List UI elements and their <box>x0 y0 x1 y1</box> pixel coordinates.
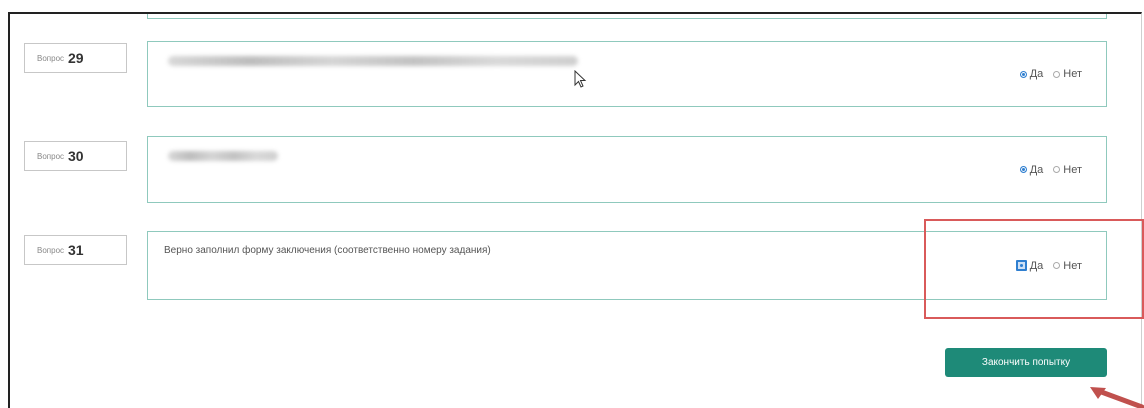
question-number: 30 <box>68 148 84 164</box>
answer-yes-label: Да <box>1029 163 1044 176</box>
answer-no-label: Нет <box>1063 259 1082 272</box>
blurred-question-text <box>168 56 578 66</box>
question-text: Верно заполнил форму заключения (соответ… <box>164 245 491 256</box>
red-arrow-icon <box>1090 387 1144 408</box>
answer-yes-option[interactable]: Да <box>1019 68 1044 80</box>
answer-no-option[interactable]: Нет <box>1053 164 1082 176</box>
answer-options: Да Нет <box>1010 164 1082 176</box>
question-word: Вопрос <box>37 151 65 161</box>
question-label-29: Вопрос 29 <box>24 43 127 73</box>
question-word: Вопрос <box>37 245 65 255</box>
answer-no-option[interactable]: Нет <box>1053 68 1082 80</box>
question-word: Вопрос <box>37 53 65 63</box>
blurred-question-text <box>168 151 278 161</box>
answer-yes-option[interactable]: Да <box>1019 163 1044 176</box>
radio-no[interactable] <box>1053 262 1061 269</box>
radio-no[interactable] <box>1053 70 1061 78</box>
answer-options: Да Нет <box>1010 68 1082 80</box>
previous-question-box <box>147 14 1107 19</box>
radio-yes[interactable] <box>1019 70 1027 78</box>
radio-no[interactable] <box>1053 166 1061 173</box>
mouse-cursor-icon <box>574 70 587 88</box>
finish-attempt-button[interactable]: Закончить попытку <box>945 348 1107 377</box>
question-box-31: Верно заполнил форму заключения (соответ… <box>147 231 1107 300</box>
question-box-29: Да Нет <box>147 41 1107 107</box>
question-label-30: Вопрос 30 <box>24 141 127 171</box>
question-number: 29 <box>68 50 84 66</box>
answer-yes-option[interactable]: Да <box>1015 259 1044 272</box>
question-label-31: Вопрос 31 <box>24 235 127 265</box>
answer-options: Да Нет <box>1006 260 1082 272</box>
question-box-30: Да Нет <box>147 136 1107 203</box>
answer-no-label: Нет <box>1063 68 1082 80</box>
answer-yes-label: Да <box>1029 259 1044 272</box>
radio-yes[interactable] <box>1019 166 1027 173</box>
radio-yes[interactable] <box>1015 260 1027 271</box>
answer-no-option[interactable]: Нет <box>1053 260 1082 272</box>
answer-yes-label: Да <box>1029 68 1044 80</box>
answer-no-label: Нет <box>1063 163 1082 176</box>
question-number: 31 <box>68 242 84 258</box>
